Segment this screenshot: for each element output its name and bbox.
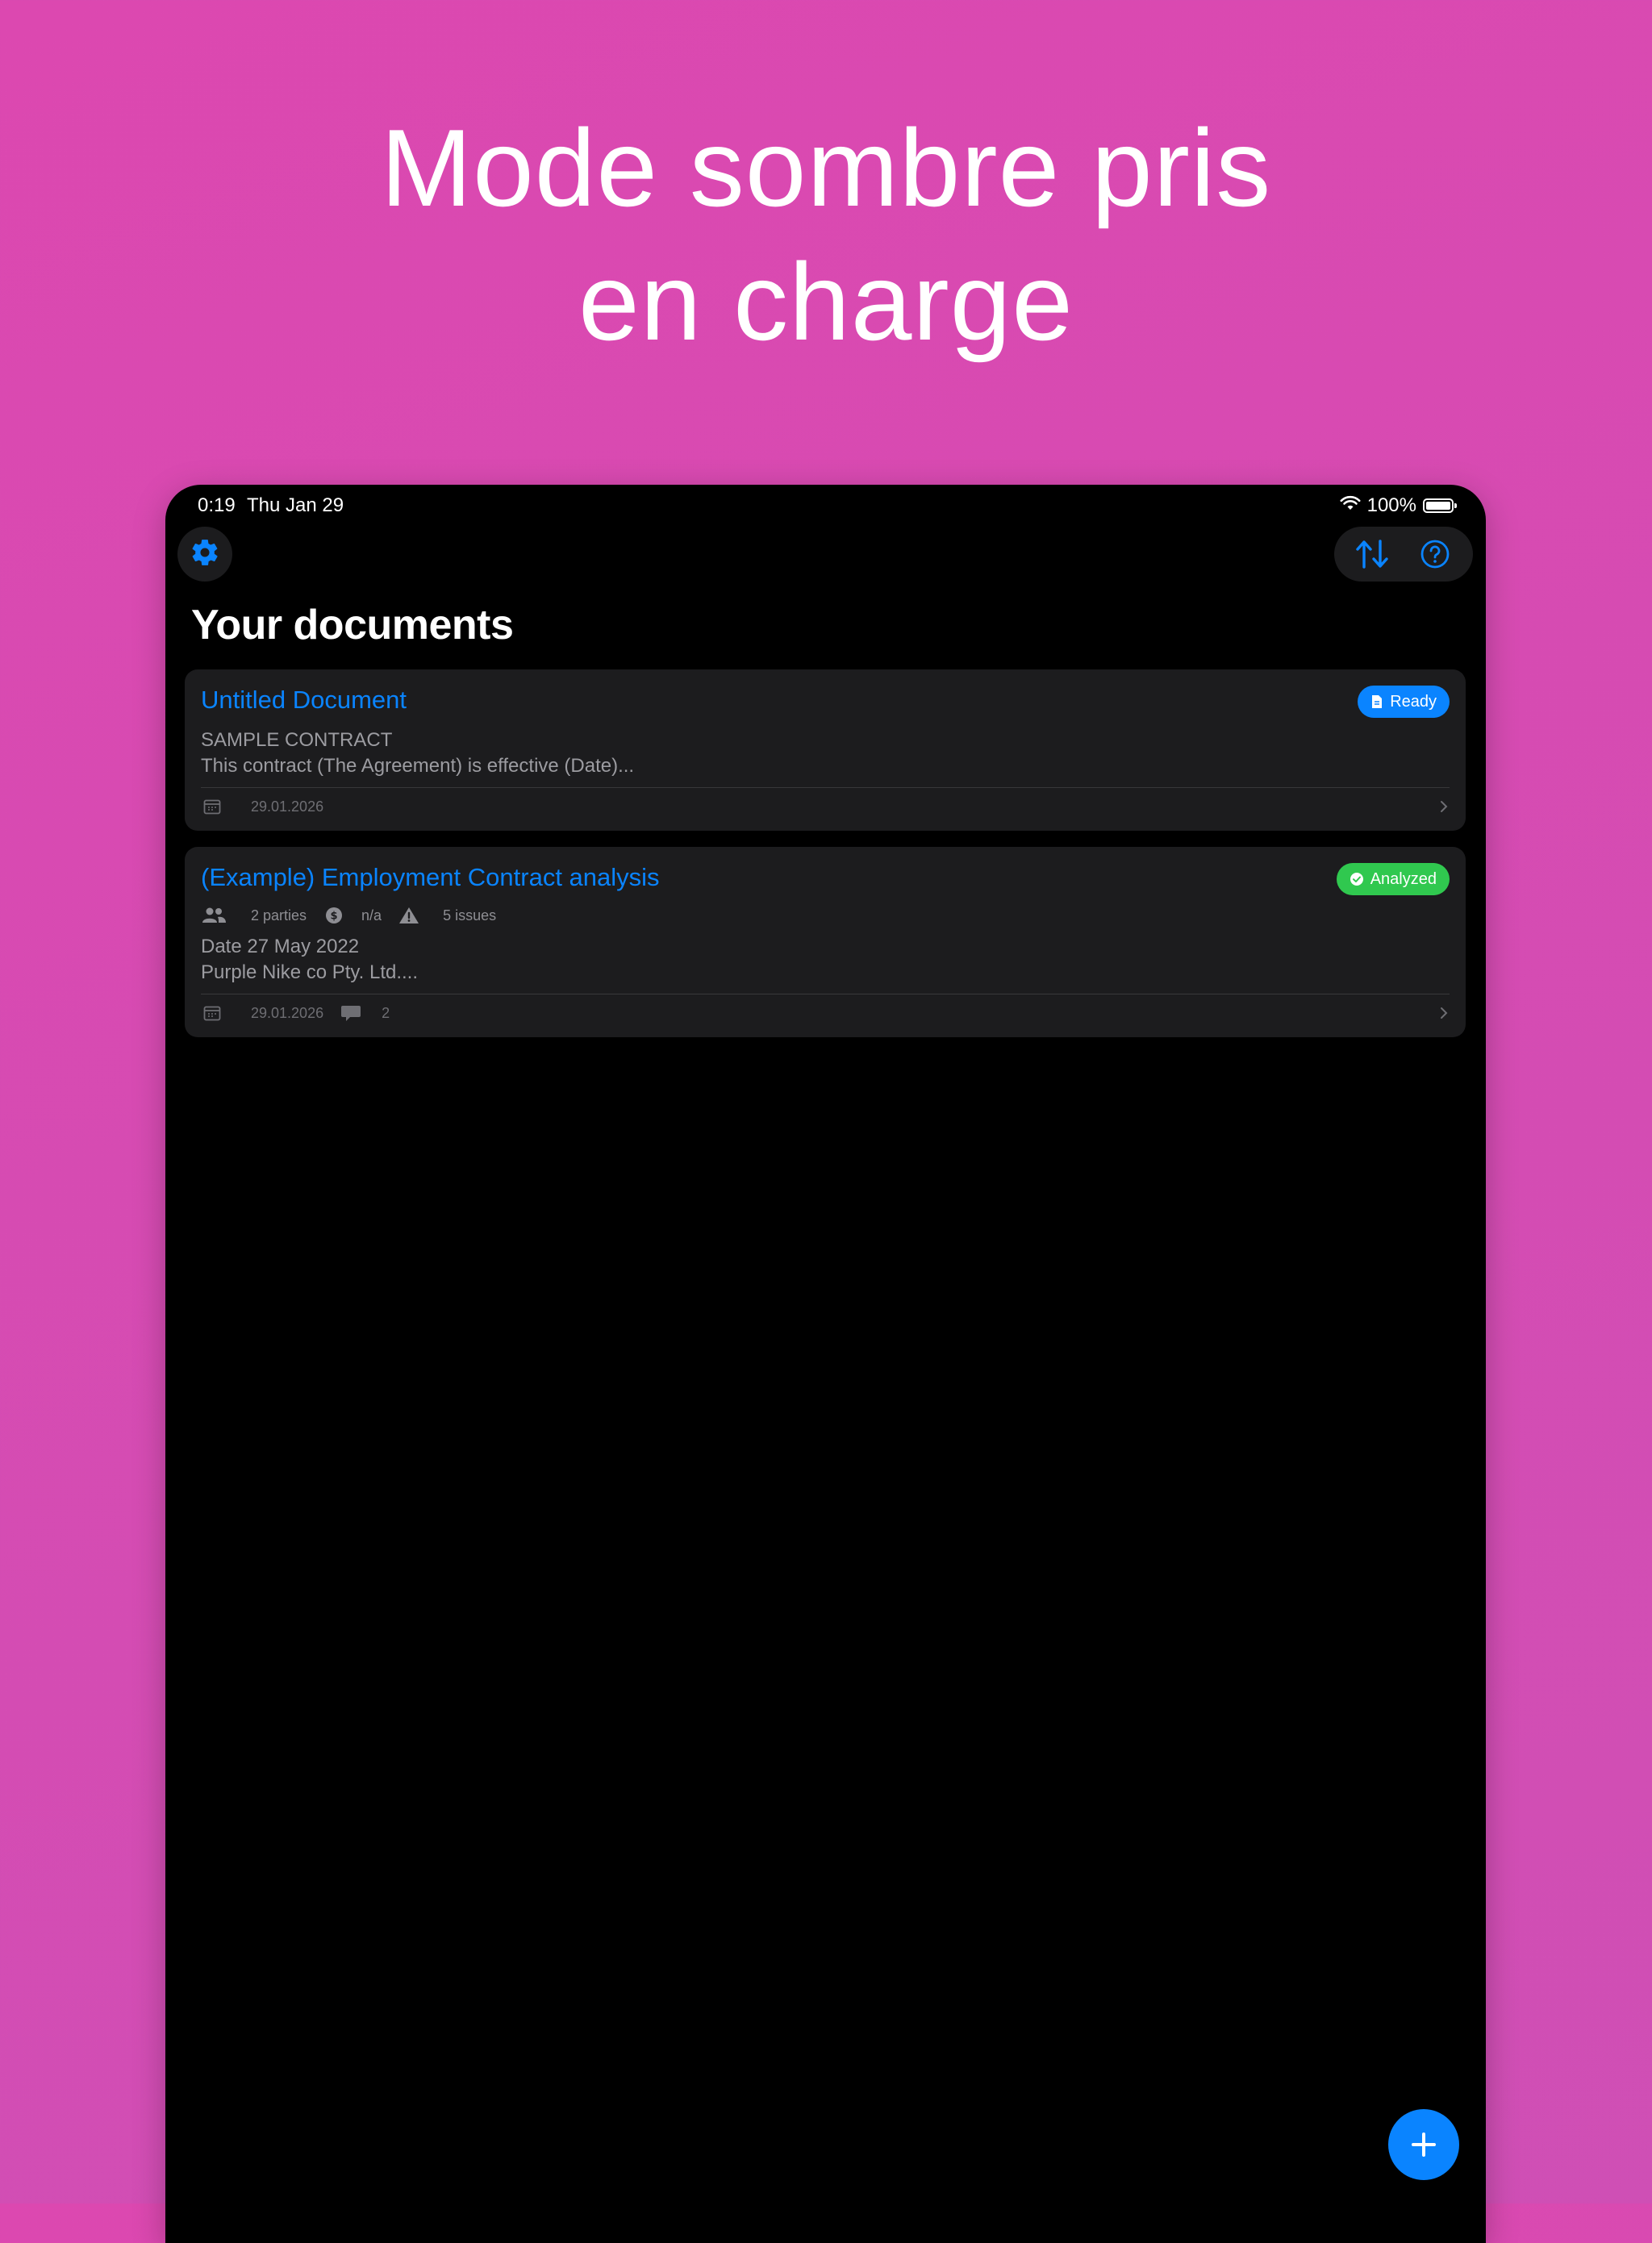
dollar-circle-icon: $ [321, 904, 347, 927]
battery-percent: 100% [1366, 494, 1416, 516]
document-date: 29.01.2026 [251, 1004, 324, 1021]
svg-text:$: $ [331, 911, 338, 923]
settings-button[interactable] [177, 527, 232, 582]
preview-line-2: Purple Nike co Pty. Ltd.... [201, 961, 419, 983]
status-badge-analyzed: Analyzed [1336, 863, 1450, 895]
chevron-right-icon [1438, 1001, 1450, 1029]
status-indicators: 100% [1340, 494, 1457, 517]
comments-count: 2 [382, 1004, 390, 1021]
document-meta-row: 2 parties $ n/a 5 issues [201, 903, 496, 928]
headline: Mode sombre pris en charge [380, 106, 1272, 363]
parties-count: 2 parties [251, 907, 307, 923]
page-title: Your documents [191, 602, 514, 648]
issues-count: 5 issues [443, 907, 497, 923]
checkmark-circle-icon [1350, 873, 1363, 886]
status-time: 0:19 [198, 494, 236, 516]
card-footer: 29.01.2026 2 [201, 1001, 1450, 1025]
add-document-button[interactable] [1388, 2109, 1459, 2180]
sort-button[interactable] [1344, 530, 1400, 578]
comment-bubble-icon [340, 1002, 362, 1024]
calendar-icon [201, 795, 223, 818]
calendar-icon [201, 1002, 223, 1024]
preview-line-2: This contract (The Agreement) is effecti… [201, 755, 635, 777]
document-icon [1372, 695, 1383, 708]
card-footer: 29.01.2026 [201, 794, 1450, 819]
help-button[interactable] [1407, 530, 1463, 578]
preview-line-1: SAMPLE CONTRACT [201, 729, 393, 751]
document-card-employment[interactable]: (Example) Employment Contract analysis A… [185, 847, 1466, 1037]
plus-icon [1412, 2133, 1436, 2157]
question-circle-icon [1420, 540, 1450, 569]
status-date: Thu Jan 29 [247, 494, 344, 516]
sort-arrows-icon [1356, 540, 1388, 569]
document-date: 29.01.2026 [251, 798, 324, 815]
document-title: Untitled Document [201, 686, 407, 714]
chevron-right-icon [1438, 794, 1450, 823]
battery-icon [1423, 498, 1457, 513]
document-title: (Example) Employment Contract analysis [201, 863, 660, 891]
preview-line-1: Date 27 May 2022 [201, 936, 360, 957]
warning-triangle-icon [396, 904, 422, 927]
contract-value: n/a [361, 907, 382, 923]
status-label: Analyzed [1370, 869, 1437, 888]
gear-icon [190, 537, 220, 572]
document-card-untitled[interactable]: Untitled Document Ready SAMPLE CONTRACT … [185, 669, 1466, 831]
top-toolbar [1334, 527, 1473, 582]
status-label: Ready [1390, 692, 1437, 711]
status-bar: 0:19 Thu Jan 29 100% [165, 485, 1486, 525]
divider [201, 787, 1450, 788]
people-icon [201, 904, 227, 927]
wifi-icon [1340, 494, 1361, 517]
status-badge-ready: Ready [1358, 686, 1450, 718]
device-screen: 0:19 Thu Jan 29 100% Your documents Unti… [165, 485, 1486, 2243]
